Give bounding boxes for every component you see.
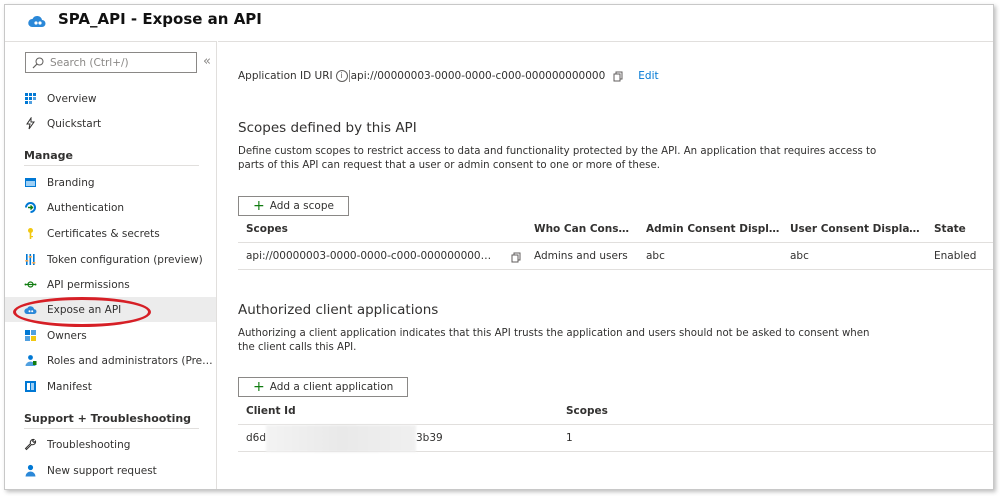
copy-icon[interactable] xyxy=(613,71,624,82)
application-id-label: Application ID URI xyxy=(238,70,333,82)
sidebar-item-label: Roles and administrators (Previ... xyxy=(47,354,216,367)
sidebar-item-label: Troubleshooting xyxy=(47,438,131,451)
person-support-icon xyxy=(25,464,36,477)
key-icon xyxy=(28,228,33,239)
sidebar-item-label: Manifest xyxy=(47,380,92,393)
sidebar-item-token-configuration[interactable]: Token configuration (preview) xyxy=(5,247,216,272)
sidebar-item-authentication[interactable]: Authentication xyxy=(5,195,216,220)
sidebar: « Overview Quickstart Manage Branding xyxy=(5,41,217,489)
column-header[interactable]: User Consent Display Na... xyxy=(790,216,924,243)
sidebar-item-branding[interactable]: Branding xyxy=(5,170,216,195)
sidebar-item-roles-and-administrators[interactable]: Roles and administrators (Previ... xyxy=(5,348,216,373)
support-heading: Support + Troubleshooting xyxy=(24,412,192,425)
branding-icon xyxy=(25,178,36,187)
add-client-label: Add a client application xyxy=(269,381,394,393)
table-row[interactable]: api://00000003-0000-0000-c000-0000000000… xyxy=(238,243,993,270)
scopes-section-title: Scopes defined by this API xyxy=(238,120,417,136)
sidebar-item-troubleshooting[interactable]: Troubleshooting xyxy=(5,432,216,457)
lightning-icon xyxy=(26,117,35,130)
sidebar-item-certificates[interactable]: Certificates & secrets xyxy=(5,221,216,246)
sidebar-item-label: New support request xyxy=(47,464,157,477)
search-box[interactable] xyxy=(25,52,197,73)
sidebar-item-owners[interactable]: Owners xyxy=(5,323,216,348)
table-header: Client Id Scopes xyxy=(238,398,993,425)
window-frame: SPA_API - Expose an API « Overview Quick xyxy=(4,4,994,490)
client-id-suffix: 3b39 xyxy=(416,432,443,444)
sidebar-item-overview[interactable]: Overview xyxy=(5,86,216,111)
search-input[interactable] xyxy=(50,56,190,69)
scopes-table: Scopes Who Can Consent Admin Consent Dis… xyxy=(238,216,993,270)
sidebar-item-api-permissions[interactable]: API permissions xyxy=(5,272,216,297)
highlight-ring xyxy=(13,297,151,327)
manage-heading: Manage xyxy=(24,149,73,162)
who-can-consent: Admins and users xyxy=(534,250,628,262)
column-header[interactable]: Admin Consent Display N... xyxy=(646,216,782,243)
add-client-application-button[interactable]: + Add a client application xyxy=(238,377,409,397)
overview-grid-icon xyxy=(25,93,36,104)
app-cloud-icon xyxy=(28,15,46,27)
sidebar-item-label: Certificates & secrets xyxy=(47,227,160,240)
sidebar-item-label: Quickstart xyxy=(47,117,102,130)
scopes-description: Define custom scopes to restrict access … xyxy=(238,146,877,171)
application-id-row: Application ID URI i api://00000003-0000… xyxy=(238,70,659,82)
sidebar-item-label: Authentication xyxy=(47,201,125,214)
info-icon[interactable]: i xyxy=(335,70,348,82)
table-row[interactable]: d6d 3b39 1 xyxy=(238,425,993,452)
divider xyxy=(24,165,199,166)
scope-state: Enabled xyxy=(934,250,977,262)
wrench-icon xyxy=(24,438,37,451)
search-icon xyxy=(32,57,44,68)
clients-section-title: Authorized client applications xyxy=(238,302,439,318)
api-permissions-icon xyxy=(24,281,37,288)
column-header[interactable]: State xyxy=(934,216,984,243)
page-title: SPA_API - Expose an API xyxy=(58,10,262,28)
sidebar-item-label: API permissions xyxy=(47,278,130,291)
column-header[interactable]: Scopes xyxy=(246,216,516,243)
column-header[interactable]: Scopes xyxy=(566,398,666,425)
copy-icon[interactable] xyxy=(511,252,522,263)
clients-description: Authorizing a client application indicat… xyxy=(238,328,870,353)
divider xyxy=(24,428,199,429)
sidebar-item-label: Owners xyxy=(47,329,87,342)
owners-grid-icon xyxy=(25,330,36,341)
header: SPA_API - Expose an API xyxy=(5,5,993,41)
sidebar-item-quickstart[interactable]: Quickstart xyxy=(5,111,216,136)
sidebar-item-manifest[interactable]: Manifest xyxy=(5,374,216,399)
client-scopes-count: 1 xyxy=(566,432,573,444)
column-header[interactable]: Client Id xyxy=(246,398,396,425)
clients-table: Client Id Scopes d6d 3b39 1 xyxy=(238,398,993,452)
user-consent-display-name: abc xyxy=(790,250,809,262)
sidebar-item-new-support-request[interactable]: New support request xyxy=(5,458,216,483)
admin-consent-display-name: abc xyxy=(646,250,665,262)
roles-icon xyxy=(25,355,37,366)
table-header: Scopes Who Can Consent Admin Consent Dis… xyxy=(238,216,993,243)
column-header[interactable]: Who Can Consent xyxy=(534,216,634,243)
sidebar-item-label: Overview xyxy=(47,92,97,105)
edit-link[interactable]: Edit xyxy=(638,70,658,82)
plus-icon: + xyxy=(253,198,265,214)
plus-icon: + xyxy=(253,379,265,395)
token-bars-icon xyxy=(25,254,36,265)
add-scope-button[interactable]: + Add a scope xyxy=(238,196,349,216)
sidebar-item-label: Token configuration (preview) xyxy=(47,253,203,266)
manifest-icon xyxy=(25,381,36,392)
authentication-icon xyxy=(25,202,36,213)
collapse-sidebar-icon[interactable]: « xyxy=(203,54,211,69)
redacted-block xyxy=(266,425,416,452)
main-content: Application ID URI i api://00000003-0000… xyxy=(218,41,993,489)
scope-uri: api://00000003-0000-0000-c000-0000000000… xyxy=(246,250,496,262)
application-id-value: api://00000003-0000-0000-c000-0000000000… xyxy=(348,70,606,82)
add-scope-label: Add a scope xyxy=(269,200,334,212)
sidebar-item-label: Branding xyxy=(47,176,95,189)
